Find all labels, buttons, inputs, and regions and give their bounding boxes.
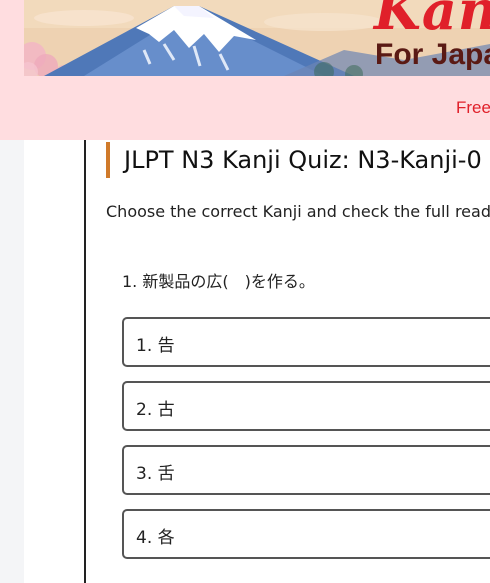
- banner-subtitle: For Japa: [375, 38, 490, 71]
- answer-option-4[interactable]: 4. 各: [122, 509, 490, 559]
- header-banner: Kan For Japa: [24, 0, 490, 76]
- quiz-content: JLPT N3 Kanji Quiz: N3-Kanji-0 Choose th…: [84, 140, 490, 583]
- quiz-title: JLPT N3 Kanji Quiz: N3-Kanji-0: [106, 142, 482, 178]
- question-text: 1. 新製品の広( )を作る。: [122, 272, 315, 291]
- answer-option-label: 4. 各: [136, 528, 175, 548]
- answer-option-label: 3. 舌: [136, 464, 175, 484]
- answer-option-2[interactable]: 2. 古: [122, 381, 490, 431]
- page: Kan For Japa Free JLPT N3 Kanji Quiz: N3…: [0, 0, 490, 583]
- site-header: Kan For Japa Free: [0, 0, 490, 140]
- free-nav-link[interactable]: Free: [456, 98, 490, 118]
- answer-option-label: 1. 告: [136, 336, 175, 356]
- answer-option-1[interactable]: 1. 告: [122, 317, 490, 367]
- banner-title: Kan: [374, 0, 490, 42]
- quiz-instruction: Choose the correct Kanji and check the f…: [106, 202, 490, 221]
- answer-option-label: 2. 古: [136, 400, 175, 420]
- answer-option-3[interactable]: 3. 舌: [122, 445, 490, 495]
